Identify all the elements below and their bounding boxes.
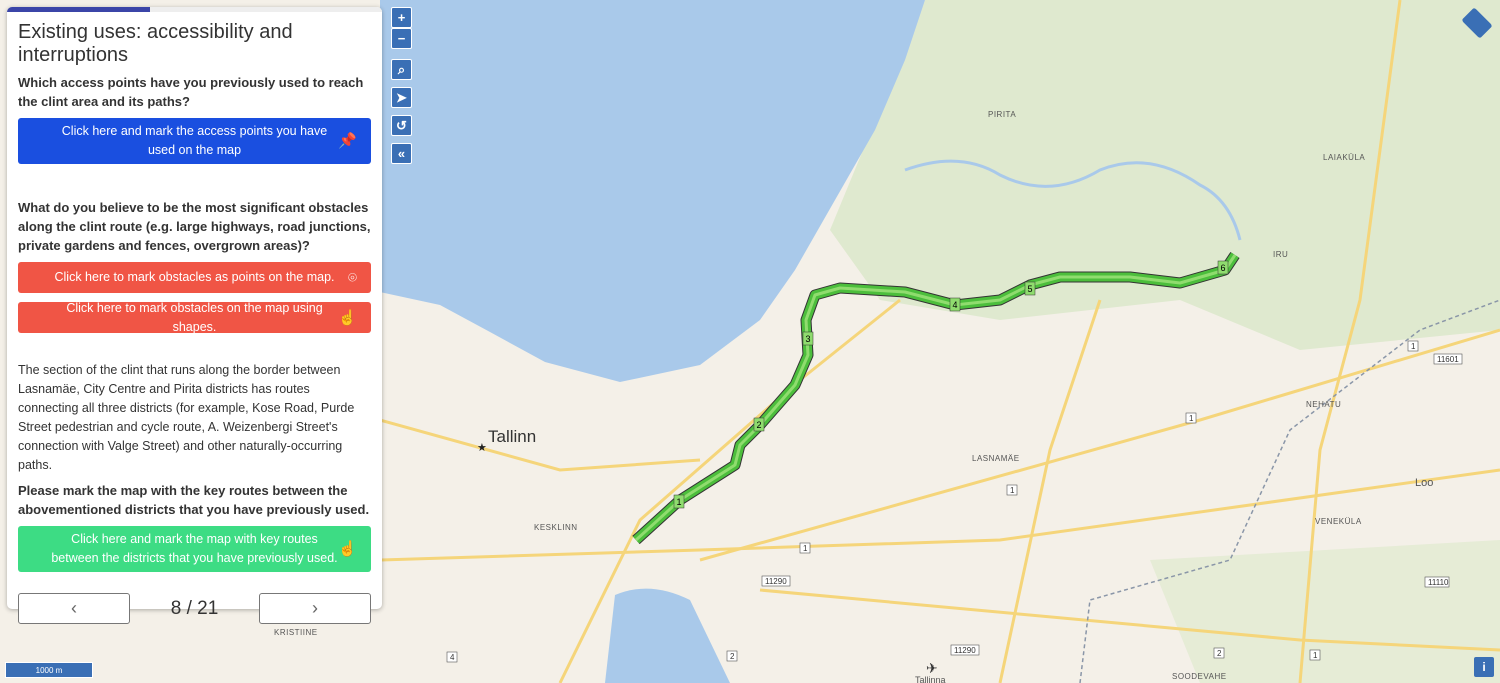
svg-text:1: 1 [1010,486,1015,495]
page-counter: 8 / 21 [170,597,219,619]
svg-text:1: 1 [803,544,808,553]
map-marker-icon: ⌾ [347,269,357,286]
label-lasnamae: LASNAMÄE [972,454,1020,463]
mark-access-points-button[interactable]: Click here and mark the access points yo… [18,118,371,164]
segment-label: 5 [1027,284,1032,294]
reset-icon[interactable]: ↺ [391,115,412,136]
label-airport: Tallinna [915,675,946,683]
zoom-out-button[interactable]: − [391,28,412,49]
svg-text:4: 4 [450,653,455,662]
label-tallinn: Tallinn [488,427,536,446]
label-venekula: VENEKÜLA [1315,517,1362,526]
progress-bar [7,7,150,12]
mark-obstacle-shapes-button[interactable]: Click here to mark obstacles on the map … [18,301,371,334]
draw-route-icon: ☝ [338,540,357,558]
label-kesklinn: KESKLINN [534,523,578,532]
capital-star-icon: ★ [477,442,487,454]
label-loo: Loo [1415,477,1433,489]
question-routes: Please mark the map with the key routes … [18,483,370,517]
mark-obstacle-points-button[interactable]: Click here to mark obstacles as points o… [18,262,371,293]
segment-label: 4 [952,300,957,310]
svg-text:1: 1 [1313,651,1318,660]
segment-label: 3 [805,334,810,344]
next-button[interactable]: › [258,593,371,624]
mark-routes-button[interactable]: Click here and mark the map with key rou… [18,526,371,572]
svg-text:2: 2 [730,652,735,661]
label-pirita: PIRITA [988,110,1016,119]
label-kristiine: KRISTIINE [274,628,318,637]
svg-text:11601: 11601 [1437,355,1459,364]
locate-icon[interactable]: ➤ [391,87,412,108]
label-laiakula: LAIAKÜLA [1323,153,1365,162]
zoom-in-button[interactable]: + [391,7,412,28]
svg-text:1: 1 [1411,342,1416,351]
svg-text:11290: 11290 [765,577,787,586]
info-button[interactable]: i [1474,657,1494,677]
svg-text:2: 2 [1217,649,1222,658]
survey-panel: Existing uses: accessibility and interru… [7,7,382,624]
airport-icon: ✈ [926,660,938,676]
label-iru: IRU [1273,250,1288,259]
segment-label: 2 [756,420,761,430]
question-obstacles: What do you believe to be the most signi… [18,200,371,253]
zoom-extent-icon[interactable]: ⌕ [391,59,412,80]
page-title: Existing uses: accessibility and interru… [18,21,293,66]
svg-text:1: 1 [1189,414,1194,423]
segment-label: 1 [676,497,681,507]
info-text: The section of the clint that runs along… [18,363,355,472]
label-nehatu: NEHATU [1306,400,1341,409]
label-soodevahe: SOODEVAHE [1172,672,1227,681]
svg-text:11110: 11110 [1428,578,1449,587]
question-access-points: Which access points have you previously … [18,75,364,109]
draw-shape-icon: ☝ [338,309,357,326]
segment-label: 6 [1220,263,1225,273]
collapse-panel-icon[interactable]: « [391,143,412,164]
scale-bar: 1000 m [5,662,93,678]
pin-icon: 📌 [338,132,357,150]
svg-text:11290: 11290 [954,646,976,655]
previous-button[interactable]: ‹ [18,593,130,624]
